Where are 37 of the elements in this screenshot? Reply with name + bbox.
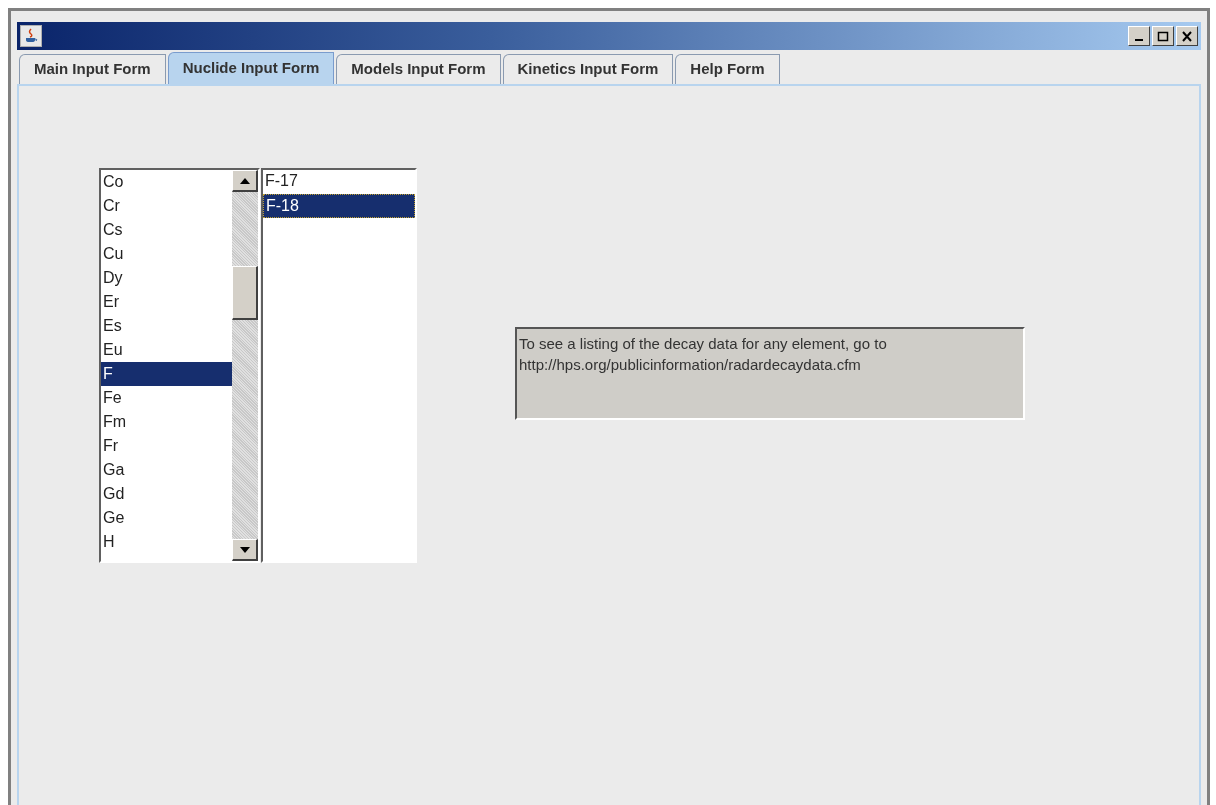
list-item[interactable]: Ga [101, 458, 232, 482]
list-item[interactable]: Co [101, 170, 232, 194]
list-item[interactable]: Dy [101, 266, 232, 290]
up-arrow-icon [239, 177, 250, 184]
list-item[interactable]: Cr [101, 194, 232, 218]
scroll-up-button[interactable] [232, 170, 258, 192]
tab[interactable]: Help Form [675, 54, 780, 84]
list-item[interactable]: Ge [101, 506, 232, 530]
close-button[interactable] [1176, 26, 1198, 46]
maximize-button[interactable] [1152, 26, 1174, 46]
list-item[interactable]: Er [101, 290, 232, 314]
list-item[interactable]: Cu [101, 242, 232, 266]
list-item[interactable]: Es [101, 314, 232, 338]
list-item[interactable]: Fe [101, 386, 232, 410]
list-item[interactable]: F [101, 362, 232, 386]
maximize-icon [1157, 30, 1169, 42]
list-item[interactable]: Gd [101, 482, 232, 506]
scroll-thumb[interactable] [232, 266, 258, 320]
info-text-area: To see a listing of the decay data for any element, go to http://hps.org/publicinformation/radardecaydata.cfm [515, 327, 1025, 420]
tab[interactable]: Kinetics Input Form [502, 54, 674, 84]
down-arrow-icon [239, 546, 250, 553]
list-item[interactable]: Cs [101, 218, 232, 242]
tab[interactable]: Models Input Form [336, 54, 501, 84]
tab[interactable]: Main Input Form [19, 54, 166, 84]
list-item[interactable]: F-18 [263, 194, 415, 218]
list-item[interactable]: F-17 [263, 170, 415, 194]
list-item[interactable]: H [101, 530, 232, 554]
list-item[interactable]: Fm [101, 410, 232, 434]
scrollbar[interactable] [232, 170, 258, 561]
close-icon [1181, 30, 1193, 42]
list-item[interactable]: Fr [101, 434, 232, 458]
minimize-button[interactable] [1128, 26, 1150, 46]
scroll-down-button[interactable] [232, 539, 258, 561]
list-item[interactable]: Eu [101, 338, 232, 362]
minimize-icon [1135, 39, 1143, 41]
java-cup-icon [20, 25, 42, 47]
tab[interactable]: Nuclide Input Form [167, 52, 335, 84]
